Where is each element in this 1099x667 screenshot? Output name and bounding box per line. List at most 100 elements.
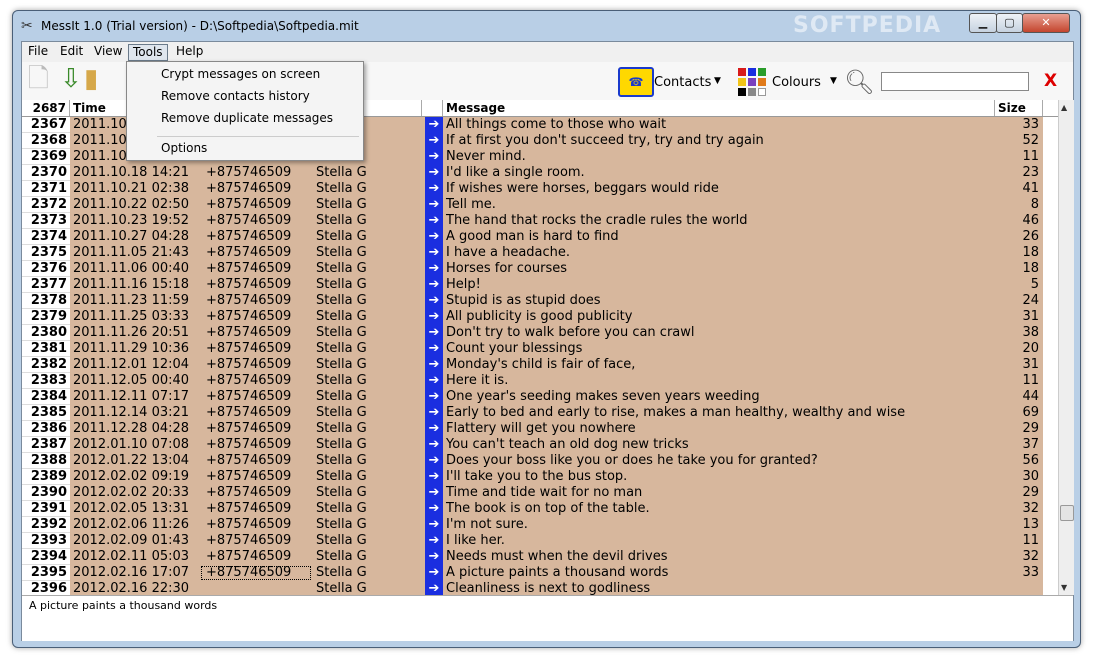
menu-view[interactable]: View [90, 44, 126, 59]
row-time: 2012.02.06 11:26 [70, 517, 200, 533]
table-row[interactable]: 2388 2012.01.22 13:04 +875746509 Stella G ➔ D… [22, 453, 1058, 469]
row-message: You can't teach an old dog new tricks [443, 437, 995, 453]
menu-item-crypt-messages[interactable]: Crypt messages on screen [127, 64, 363, 84]
row-size: 32 [995, 501, 1043, 517]
new-file-icon[interactable]: 🗋 [28, 64, 49, 94]
direction-arrow-icon: ➔ [425, 549, 443, 565]
table-row[interactable]: 2392 2012.02.06 11:26 +875746509 Stella G ➔ I… [22, 517, 1058, 533]
row-number: +875746509 [200, 213, 312, 229]
table-row[interactable]: 2374 2011.10.27 04:28 +875746509 Stella G ➔ A… [22, 229, 1058, 245]
row-message: Horses for courses [443, 261, 995, 277]
row-message: I have a headache. [443, 245, 995, 261]
table-row[interactable]: 2375 2011.11.05 21:43 +875746509 Stella G ➔ I… [22, 245, 1058, 261]
contacts-dropdown-icon[interactable]: ▼ [714, 76, 721, 86]
table-row[interactable]: 2376 2011.11.06 00:40 +875746509 Stella G ➔ H… [22, 261, 1058, 277]
menu-item-options[interactable]: Options [127, 138, 363, 158]
row-time: 2012.02.02 09:19 [70, 469, 200, 485]
table-row[interactable]: 2371 2011.10.21 02:38 +875746509 Stella G ➔ I… [22, 181, 1058, 197]
table-row[interactable]: 2377 2011.11.16 15:18 +875746509 Stella G ➔ H… [22, 277, 1058, 293]
row-number: +875746509 [200, 389, 312, 405]
clear-search-button[interactable]: X [1044, 71, 1057, 91]
header-message[interactable]: Message [443, 100, 995, 116]
menu-item-remove-contacts-history[interactable]: Remove contacts history [127, 86, 363, 106]
row-time: 2012.02.05 13:31 [70, 501, 200, 517]
row-time: 2011.11.05 21:43 [70, 245, 200, 261]
menu-edit[interactable]: Edit [56, 44, 87, 59]
table-row[interactable]: 2384 2011.12.11 07:17 +875746509 Stella G ➔ O… [22, 389, 1058, 405]
row-number: +875746509 [200, 293, 312, 309]
colour-swatch [748, 68, 756, 76]
direction-arrow-icon: ➔ [425, 309, 443, 325]
search-icon[interactable]: 🔍︎ [844, 68, 874, 96]
row-message: I'd like a single room. [443, 165, 995, 181]
table-row[interactable]: 2393 2012.02.09 01:43 +875746509 Stella G ➔ I… [22, 533, 1058, 549]
table-row[interactable]: 2380 2011.11.26 20:51 +875746509 Stella G ➔ D… [22, 325, 1058, 341]
contacts-label: Contacts [654, 75, 712, 90]
row-size: 29 [995, 485, 1043, 501]
row-number: +875746509 [200, 165, 312, 181]
table-row[interactable]: 2383 2011.12.05 00:40 +875746509 Stella G ➔ H… [22, 373, 1058, 389]
direction-arrow-icon: ➔ [425, 133, 443, 149]
import-icon[interactable]: ⇩ [60, 64, 82, 94]
table-row[interactable]: 2372 2011.10.22 02:50 +875746509 Stella G ➔ T… [22, 197, 1058, 213]
direction-arrow-icon: ➔ [425, 517, 443, 533]
minimize-button[interactable]: ▁ [969, 13, 997, 33]
row-message: Don't try to walk before you can crawl [443, 325, 995, 341]
menu-file[interactable]: File [24, 44, 52, 59]
row-size: 30 [995, 469, 1043, 485]
colours-icon[interactable] [738, 68, 768, 96]
table-row[interactable]: 2386 2011.12.28 04:28 +875746509 Stella G ➔ F… [22, 421, 1058, 437]
row-id: 2369 [22, 149, 70, 165]
row-id: 2368 [22, 133, 70, 149]
menu-help[interactable]: Help [172, 44, 207, 59]
row-contact-name: Stella G [312, 517, 422, 533]
row-time: 2011.11.29 10:36 [70, 341, 200, 357]
row-number: +875746509 [200, 245, 312, 261]
table-row[interactable]: 2394 2012.02.11 05:03 +875746509 Stella G ➔ N… [22, 549, 1058, 565]
table-row[interactable]: 2387 2012.01.10 07:08 +875746509 Stella G ➔ Y… [22, 437, 1058, 453]
maximize-button[interactable]: ▢ [996, 13, 1023, 33]
menu-item-remove-duplicates[interactable]: Remove duplicate messages [127, 108, 363, 128]
table-row[interactable]: 2373 2011.10.23 19:52 +875746509 Stella G ➔ T… [22, 213, 1058, 229]
colours-dropdown-icon[interactable]: ▼ [830, 76, 837, 86]
row-id: 2372 [22, 197, 70, 213]
table-row[interactable]: 2378 2011.11.23 11:59 +875746509 Stella G ➔ S… [22, 293, 1058, 309]
row-message: Flattery will get you nowhere [443, 421, 995, 437]
row-message: Help! [443, 277, 995, 293]
header-size[interactable]: Size [995, 100, 1043, 116]
table-row[interactable]: 2381 2011.11.29 10:36 +875746509 Stella G ➔ C… [22, 341, 1058, 357]
search-input[interactable] [881, 72, 1029, 91]
table-row[interactable]: 2396 2012.02.16 22:30 Stella G ➔ Cleanliness… [22, 581, 1058, 595]
table-row[interactable]: 2389 2012.02.02 09:19 +875746509 Stella G ➔ I… [22, 469, 1058, 485]
row-time: 2012.01.22 13:04 [70, 453, 200, 469]
row-contact-name: Stella G [312, 245, 422, 261]
row-id: 2374 [22, 229, 70, 245]
table-row[interactable]: 2395 2012.02.16 17:07 +875746509 Stella G ➔ A… [22, 565, 1058, 581]
table-row[interactable]: 2390 2012.02.02 20:33 +875746509 Stella G ➔ T… [22, 485, 1058, 501]
scroll-up-icon[interactable]: ▲ [1061, 103, 1067, 112]
open-folder-icon[interactable]: ▮ [84, 64, 98, 94]
scroll-down-icon[interactable]: ▼ [1061, 583, 1067, 592]
row-number: +875746509 [200, 229, 312, 245]
table-row[interactable]: 2382 2011.12.01 12:04 +875746509 Stella G ➔ M… [22, 357, 1058, 373]
row-size [995, 581, 1043, 595]
menu-tools[interactable]: Tools [128, 44, 168, 61]
row-id: 2392 [22, 517, 70, 533]
row-contact-name: Stella G [312, 581, 422, 595]
row-contact-name: Stella G [312, 277, 422, 293]
table-row[interactable]: 2391 2012.02.05 13:31 +875746509 Stella G ➔ T… [22, 501, 1058, 517]
table-row[interactable]: 2370 2011.10.18 14:21 +875746509 Stella G ➔ I… [22, 165, 1058, 181]
row-number: +875746509 [200, 373, 312, 389]
colours-label[interactable]: Colours [772, 75, 821, 90]
close-button[interactable]: ✕ [1022, 13, 1070, 33]
row-contact-name: Stella G [312, 373, 422, 389]
table-row[interactable]: 2385 2011.12.14 03:21 +875746509 Stella G ➔ E… [22, 405, 1058, 421]
table-row[interactable]: 2379 2011.11.25 03:33 +875746509 Stella G ➔ A… [22, 309, 1058, 325]
row-size: 29 [995, 421, 1043, 437]
title-bar[interactable]: ✂ MessIt 1.0 (Trial version) - D:\Softpe… [13, 11, 1080, 41]
scroll-thumb[interactable] [1060, 505, 1074, 521]
row-contact-name: Stella G [312, 469, 422, 485]
row-message: If at first you don't succeed try, try a… [443, 133, 995, 149]
vertical-scrollbar[interactable]: ▲ ▼ [1058, 100, 1074, 595]
row-contact-name: Stella G [312, 533, 422, 549]
